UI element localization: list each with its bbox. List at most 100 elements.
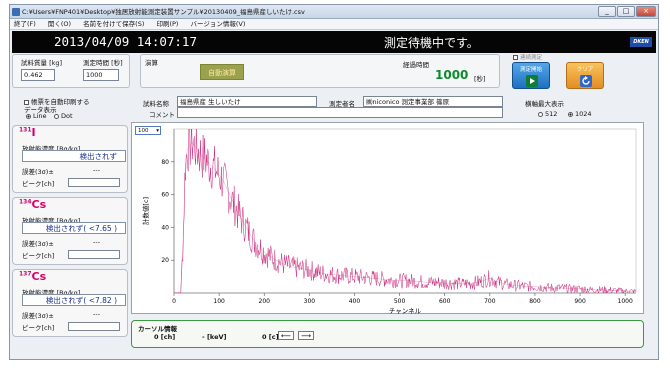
dot-radio[interactable]: Dot (54, 112, 73, 120)
dot-radio-icon (54, 113, 59, 119)
status-header: 2013/04/09 14:07:17 測定待機中です。 DKEN (12, 31, 656, 53)
concentration-result: 検出されず( <7.65 ) (22, 222, 126, 234)
app-icon (12, 8, 20, 16)
menu-print[interactable]: 印刷(P) (156, 20, 178, 28)
nuclide-symbol: Cs (31, 270, 47, 283)
menu-bar: 終了(F) 開く(O) 名前を付けて保存(S) 印刷(P) バージョン情報(V) (10, 19, 658, 30)
clear-label: クリア (576, 67, 594, 73)
menu-open[interactable]: 開く(O) (48, 20, 71, 28)
y-axis-label: 計数値[c] (141, 197, 150, 225)
cursor-info-panel: カーソル情報 0 [ch] - [keV] 0 [c] ⟵ ⟶ (131, 320, 644, 348)
line-radio-icon (26, 113, 31, 119)
brand-logo: DKEN (630, 37, 652, 47)
peak-label: ピーク[ch] (22, 252, 55, 260)
elapsed-value: 1000 (435, 68, 469, 82)
comment-label: コメント (149, 111, 175, 119)
time-input[interactable]: 1000 (83, 69, 119, 81)
datetime-display: 2013/04/09 14:07:17 (54, 34, 197, 49)
x-tick-label: 900 (574, 298, 586, 305)
x-tick-label: 700 (484, 298, 496, 305)
spectrum-svg: 0 100 200 300 400 500 600 700 800 900 1000 20 40 60 80… (141, 128, 637, 315)
clear-button[interactable]: クリア (566, 62, 604, 89)
menu-version[interactable]: バージョン情報(V) (191, 20, 246, 28)
dot-label: Dot (61, 112, 73, 120)
continuous-check-icon (513, 55, 518, 60)
y-tick-label: 20 (161, 257, 169, 264)
sample-name-label: 試料名称 (143, 100, 169, 108)
nuclide-mass: 134 (19, 198, 32, 206)
axis-512-radio[interactable]: 512 (538, 110, 557, 118)
sample-name-input[interactable]: 福島県産 生しいたけ (177, 96, 317, 107)
start-measure-label: 測定開始 (519, 67, 542, 73)
maximize-button[interactable]: □ (617, 6, 635, 17)
axis-1024-label: 1024 (575, 110, 592, 118)
cursor-arrows: ⟵ ⟶ (276, 331, 315, 340)
axis-512-radio-icon (538, 111, 543, 117)
nuclide-name: 134Cs (19, 198, 46, 211)
error-label: 誤差(3σ)± (22, 240, 54, 248)
title-bar: C:¥Users¥FNP401¥Desktop¥独居放射能測定装置サンプル¥20… (10, 5, 658, 19)
cursor-info-label: カーソル情報 (138, 325, 177, 333)
comment-input[interactable] (177, 107, 503, 118)
auto-calc-button[interactable]: 自動演算 (200, 64, 244, 80)
nuclide-panel-i131: 131I 放射能濃度 [Bq/kg] 検出されず 誤差(3σ)± --- ピーク… (12, 125, 128, 193)
spectrum-chart[interactable]: 0 100 200 300 400 500 600 700 800 900 1000 20 40 60 80… (131, 122, 644, 315)
nuclide-panel-cs134: 134Cs 放射能濃度 [Bq/kg] 検出されず( <7.65 ) 誤差(3σ… (12, 197, 128, 265)
peak-label: ピーク[ch] (22, 324, 55, 332)
cursor-left-button[interactable]: ⟵ (278, 331, 294, 340)
reset-icon (580, 75, 592, 87)
x-tick-label: 200 (259, 298, 271, 305)
nuclide-name: 131I (19, 126, 36, 139)
line-label: Line (33, 112, 47, 120)
play-icon (526, 75, 538, 87)
scale-select[interactable]: 100 ▾ (135, 126, 161, 135)
sample-params-panel: 試料質量 [kg] 測定時間 [秒] 0.462 1000 (12, 54, 130, 88)
menu-exit[interactable]: 終了(F) (14, 20, 36, 28)
cursor-right-button[interactable]: ⟶ (298, 331, 315, 340)
start-measure-button[interactable]: 測定開始 (512, 62, 550, 89)
nuclide-symbol: I (31, 126, 36, 139)
x-tick-label: 400 (349, 298, 361, 305)
continuous-label: 連続測定 (520, 55, 543, 61)
error-value: --- (93, 238, 101, 246)
axis-1024-radio-icon (568, 111, 573, 117)
y-tick-label: 60 (161, 192, 169, 199)
x-tick-label: 0 (172, 298, 176, 305)
error-label: 誤差(3σ)± (22, 312, 54, 320)
nuclide-mass: 137 (19, 270, 32, 278)
y-tick-label: 40 (161, 224, 169, 231)
x-tick-label: 800 (529, 298, 541, 305)
cursor-ch-value: 0 [ch] (154, 333, 176, 341)
mass-label: 試料質量 [kg] (21, 59, 63, 67)
error-value: --- (93, 310, 101, 318)
y-tick-label: 80 (161, 159, 169, 166)
mass-input[interactable]: 0.462 (21, 69, 55, 81)
minimize-button[interactable]: _ (598, 6, 616, 17)
axis-max-label: 横軸最大表示 (525, 100, 564, 108)
x-tick-label: 500 (394, 298, 406, 305)
elapsed-unit: [秒] (474, 75, 486, 83)
x-tick-label: 300 (304, 298, 316, 305)
concentration-result: 検出されず (22, 150, 126, 162)
concentration-result: 検出されず( <7.82 ) (22, 294, 126, 306)
nuclide-panel-cs137: 137Cs 放射能濃度 [Bq/kg] 検出されず( <7.82 ) 誤差(3σ… (12, 269, 128, 337)
window-title: C:¥Users¥FNP401¥Desktop¥独居放射能測定装置サンプル¥20… (22, 8, 305, 16)
axis-1024-radio[interactable]: 1024 (568, 110, 592, 118)
close-button[interactable]: × (636, 6, 656, 17)
continuous-checkbox[interactable]: 連続測定 (513, 53, 542, 61)
time-label: 測定時間 [秒] (83, 59, 123, 67)
peak-input[interactable] (68, 322, 120, 331)
line-radio[interactable]: Line (26, 112, 47, 120)
menu-save-as[interactable]: 名前を付けて保存(S) (83, 20, 144, 28)
peak-input[interactable] (68, 250, 120, 259)
measurement-status: 測定待機中です。 (384, 36, 479, 50)
axis-512-label: 512 (545, 110, 558, 118)
chevron-down-icon: ▾ (156, 128, 159, 134)
peak-input[interactable] (68, 178, 120, 187)
nuclide-symbol: Cs (31, 198, 47, 211)
x-tick-label: 1000 (618, 298, 633, 305)
calc-label: 演算 (145, 59, 158, 67)
nuclide-mass: 131 (19, 126, 32, 134)
operator-input[interactable]: ㈱niconico 測定事業部 篠原 (363, 96, 503, 107)
x-axis-label: チャンネル (389, 307, 422, 315)
